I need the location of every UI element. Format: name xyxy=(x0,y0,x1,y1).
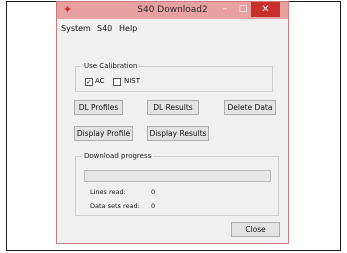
nist-checkbox-label: NIST xyxy=(124,77,141,85)
download-progress-bar xyxy=(84,170,271,182)
maximize-icon[interactable]: □ xyxy=(236,3,250,16)
lines-read-value: 0 xyxy=(151,188,156,196)
lines-read-label: Lines read: xyxy=(90,188,126,196)
download-progress-label: Download progress xyxy=(82,151,154,161)
data-sets-read-value: 0 xyxy=(151,202,156,210)
close-button[interactable]: Close xyxy=(231,222,280,237)
dl-results-button[interactable]: DL Results xyxy=(147,100,199,115)
display-results-button[interactable]: Display Results xyxy=(147,126,209,141)
download-progress-group: Download progress Lines read: 0 Data set… xyxy=(75,151,279,216)
use-calibration-label: Use Calibration xyxy=(82,61,140,71)
menu-bar: System S40 Help xyxy=(57,22,288,36)
menu-s40[interactable]: S40 xyxy=(97,23,112,35)
menu-help[interactable]: Help xyxy=(119,23,137,35)
app-window: ✦ S40 Download2 – □ ✕ System S40 Help Us… xyxy=(56,1,289,244)
delete-data-button[interactable]: Delete Data xyxy=(224,100,276,115)
dl-profiles-button[interactable]: DL Profiles xyxy=(74,100,123,115)
close-window-button[interactable]: ✕ xyxy=(251,2,280,17)
menu-system[interactable]: System xyxy=(61,23,91,35)
data-sets-read-label: Data sets read: xyxy=(90,202,140,210)
use-calibration-group: Use Calibration ✓ AC NIST xyxy=(75,61,273,92)
ac-checkbox[interactable]: ✓ xyxy=(85,78,93,86)
title-bar: ✦ S40 Download2 – □ ✕ xyxy=(57,2,288,19)
display-profile-button[interactable]: Display Profile xyxy=(74,126,133,141)
ac-checkbox-label: AC xyxy=(95,77,105,85)
minimize-icon[interactable]: – xyxy=(218,3,232,16)
nist-checkbox[interactable] xyxy=(113,78,121,86)
